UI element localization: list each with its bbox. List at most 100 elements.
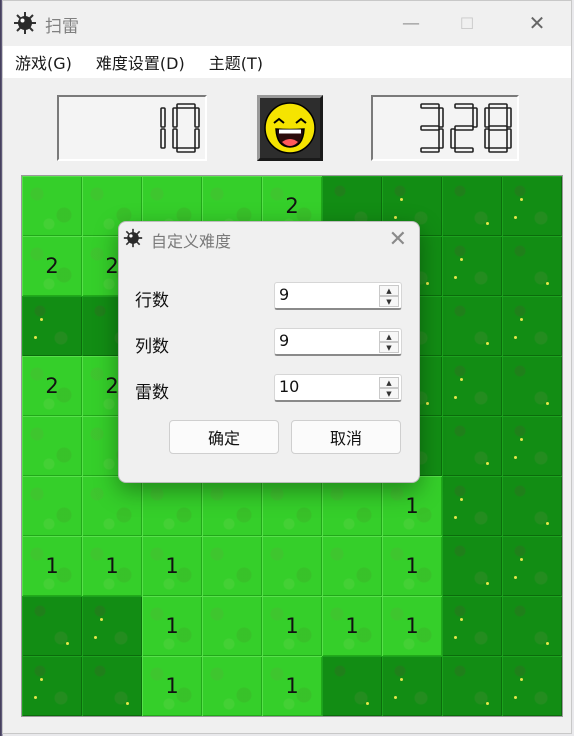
cell-opened[interactable]: 1 <box>22 536 82 596</box>
cell-unopened[interactable] <box>502 536 562 596</box>
cell-opened[interactable] <box>202 656 262 716</box>
cell-unopened[interactable] <box>442 656 502 716</box>
grass-flower-dot <box>546 522 549 525</box>
mines-value[interactable]: 10 <box>279 377 299 396</box>
rows-spin-buttons: ▲ ▼ <box>379 285 399 307</box>
cell-opened[interactable]: 2 <box>22 236 82 296</box>
lcd-digit <box>420 103 444 153</box>
cell-opened[interactable]: 1 <box>262 596 322 656</box>
cancel-button[interactable]: 取消 <box>291 420 401 454</box>
cell-opened[interactable]: 1 <box>382 596 442 656</box>
cell-opened[interactable]: 1 <box>82 536 142 596</box>
ok-button[interactable]: 确定 <box>169 420 279 454</box>
cell-opened[interactable] <box>202 596 262 656</box>
grass-flower-dot <box>546 642 549 645</box>
reset-face-button[interactable] <box>257 95 323 161</box>
cell-unopened[interactable] <box>22 596 82 656</box>
grass-flower-dot <box>514 576 517 579</box>
cell-unopened[interactable] <box>22 296 82 356</box>
lcd-digit <box>450 103 478 153</box>
cell-opened[interactable]: 1 <box>142 536 202 596</box>
cols-value[interactable]: 9 <box>279 331 289 350</box>
grass-flower-dot <box>126 702 129 705</box>
cell-opened[interactable]: 1 <box>382 536 442 596</box>
cell-opened[interactable]: 1 <box>142 596 202 656</box>
cell-opened[interactable]: 1 <box>142 656 202 716</box>
grass-flower-dot <box>514 696 517 699</box>
grass-flower-dot <box>426 402 429 405</box>
grass-flower-dot <box>454 516 457 519</box>
cols-decrement-button[interactable]: ▼ <box>379 342 399 353</box>
dialog-close-button[interactable]: ✕ <box>389 227 407 252</box>
cell-unopened[interactable] <box>502 476 562 536</box>
cell-opened[interactable] <box>82 476 142 536</box>
cell-number: 1 <box>105 554 119 578</box>
mines-spinbox[interactable]: 10 ▲ ▼ <box>274 374 402 402</box>
cell-opened[interactable] <box>22 176 82 236</box>
cell-unopened[interactable] <box>442 356 502 416</box>
cell-opened[interactable]: 1 <box>322 596 382 656</box>
cell-unopened[interactable] <box>502 236 562 296</box>
cell-unopened[interactable] <box>442 236 502 296</box>
cell-unopened[interactable] <box>442 596 502 656</box>
menu-difficulty[interactable]: 难度设置(D) <box>84 50 197 74</box>
cols-increment-button[interactable]: ▲ <box>379 331 399 342</box>
close-button[interactable]: ✕ <box>509 1 565 45</box>
cell-opened[interactable] <box>202 476 262 536</box>
cell-opened[interactable]: 2 <box>22 356 82 416</box>
cell-unopened[interactable] <box>502 656 562 716</box>
cols-spinbox[interactable]: 9 ▲ ▼ <box>274 328 402 356</box>
rows-value[interactable]: 9 <box>279 285 289 304</box>
cols-spin-buttons: ▲ ▼ <box>379 331 399 353</box>
cell-unopened[interactable] <box>82 656 142 716</box>
cell-unopened[interactable] <box>502 176 562 236</box>
maximize-button[interactable]: ☐ <box>439 1 495 45</box>
menu-bar: 游戏(G) 难度设置(D) 主题(T) <box>3 46 571 78</box>
grass-flower-dot <box>514 456 517 459</box>
cell-opened[interactable] <box>22 476 82 536</box>
mines-increment-button[interactable]: ▲ <box>379 377 399 388</box>
cell-unopened[interactable] <box>442 476 502 536</box>
cell-number: 2 <box>285 194 299 218</box>
cell-unopened[interactable] <box>502 356 562 416</box>
grass-flower-dot <box>426 282 429 285</box>
grass-flower-dot <box>486 342 489 345</box>
cell-unopened[interactable] <box>442 416 502 476</box>
cell-opened[interactable] <box>262 476 322 536</box>
cell-opened[interactable] <box>322 476 382 536</box>
minimize-button[interactable]: — <box>383 1 439 45</box>
rows-spinbox[interactable]: 9 ▲ ▼ <box>274 282 402 310</box>
cell-opened[interactable] <box>262 536 322 596</box>
cell-opened[interactable]: 1 <box>262 656 322 716</box>
cell-unopened[interactable] <box>442 176 502 236</box>
cell-unopened[interactable] <box>322 656 382 716</box>
mine-counter <box>57 95 207 161</box>
cell-opened[interactable]: 1 <box>382 476 442 536</box>
cell-opened[interactable] <box>142 476 202 536</box>
cols-label: 列数 <box>135 337 169 357</box>
cell-opened[interactable] <box>202 536 262 596</box>
cell-unopened[interactable] <box>502 296 562 356</box>
cell-unopened[interactable] <box>442 536 502 596</box>
rows-decrement-button[interactable]: ▼ <box>379 296 399 307</box>
cell-number: 2 <box>45 374 59 398</box>
cell-unopened[interactable] <box>382 656 442 716</box>
cell-opened[interactable] <box>22 416 82 476</box>
cell-number: 1 <box>165 554 179 578</box>
menu-theme[interactable]: 主题(T) <box>197 50 275 74</box>
rows-increment-button[interactable]: ▲ <box>379 285 399 296</box>
cell-unopened[interactable] <box>22 656 82 716</box>
mines-spin-buttons: ▲ ▼ <box>379 377 399 399</box>
cell-unopened[interactable] <box>502 596 562 656</box>
cell-opened[interactable] <box>322 536 382 596</box>
timer-counter <box>371 95 519 161</box>
rows-label: 行数 <box>135 291 169 311</box>
cell-unopened[interactable] <box>442 296 502 356</box>
cell-unopened[interactable] <box>502 416 562 476</box>
cell-unopened[interactable] <box>82 596 142 656</box>
mines-decrement-button[interactable]: ▼ <box>379 388 399 399</box>
grass-flower-dot <box>66 642 69 645</box>
grass-flower-dot <box>460 258 463 261</box>
grass-flower-dot <box>400 678 403 681</box>
menu-game[interactable]: 游戏(G) <box>3 50 84 74</box>
